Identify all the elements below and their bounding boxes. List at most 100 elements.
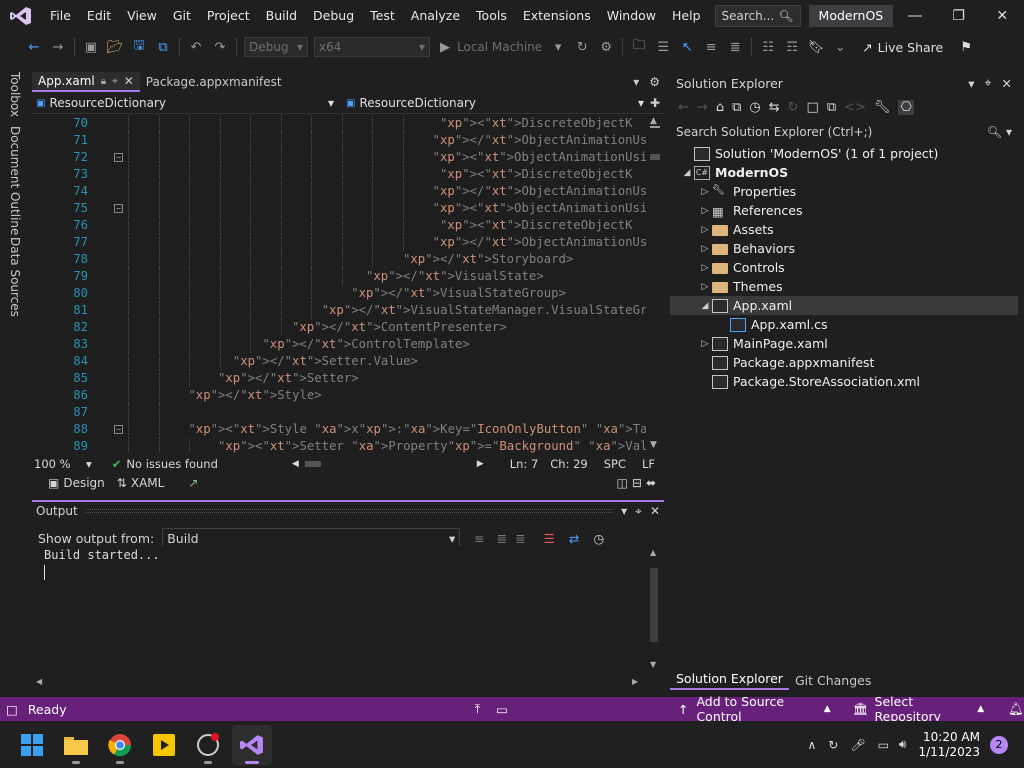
code-line[interactable]: 88 − "xp"><"xt">Style "xa">x"xp">:"xa">Key… xyxy=(32,421,646,438)
code-line[interactable]: 77 "xp"></"xt">ObjectAnimationUsi xyxy=(32,234,646,251)
pin-icon[interactable]: ⌖ xyxy=(112,76,118,87)
back-icon[interactable]: ← xyxy=(678,100,689,115)
column-indicator[interactable]: Ch: 29 xyxy=(550,457,587,471)
git-status-icon[interactable]: ▭ xyxy=(496,702,508,717)
tray-overflow-icon[interactable]: ∧ xyxy=(807,738,816,752)
issues-status[interactable]: No issues found xyxy=(126,457,217,471)
menu-file[interactable]: File xyxy=(42,0,79,32)
prev-message-icon[interactable]: ≣ xyxy=(497,531,507,546)
windows-start-icon[interactable] xyxy=(12,725,52,765)
close-icon[interactable]: ✕ xyxy=(980,0,1024,32)
search-box[interactable]: Search... 🔍︎ xyxy=(714,5,801,27)
tree-item[interactable]: ▷ Assets xyxy=(670,220,1018,239)
code-line[interactable]: 83 "xp"></"xt">ControlTemplate> xyxy=(32,336,646,353)
solution-search-box[interactable]: Search Solution Explorer (Ctrl+;) 🔍︎ ▾ xyxy=(670,122,1018,142)
output-vertical-scrollbar[interactable]: ▲ ▼ xyxy=(648,548,660,672)
scroll-down-icon[interactable]: ▼ xyxy=(650,440,657,450)
tab-git-changes[interactable]: Git Changes xyxy=(789,673,877,688)
chevron-up-icon[interactable]: ▲ xyxy=(824,704,831,714)
menu-build[interactable]: Build xyxy=(258,0,305,32)
code-line[interactable]: 89 "xp"><"xt">Setter "xa">Property"xp">="… xyxy=(32,438,646,454)
zoom-level[interactable]: 100 % xyxy=(34,457,86,471)
code-line[interactable]: 80 "xp"></"xt">VisualStateGroup> xyxy=(32,285,646,302)
uncomment-icon[interactable]: ☶ xyxy=(783,38,801,56)
expand-arrow-icon[interactable]: ▷ xyxy=(698,187,712,197)
horizontal-scroll-thumb[interactable] xyxy=(304,460,321,467)
line-ending-indicator[interactable]: LF xyxy=(642,457,655,471)
tree-item[interactable]: ▷ Controls xyxy=(670,258,1018,277)
expand-arrow-icon[interactable]: ▷ xyxy=(698,263,712,273)
tab-settings-gear-icon[interactable]: ⚙ xyxy=(649,75,660,89)
menu-edit[interactable]: Edit xyxy=(79,0,119,32)
chrome-icon[interactable] xyxy=(100,725,140,765)
sync-icon[interactable]: ⇆ xyxy=(769,100,780,115)
code-line[interactable]: 74 "xp"></"xt">ObjectAnimationUsi xyxy=(32,183,646,200)
scroll-left-icon[interactable]: ◀ xyxy=(292,459,299,469)
clock-icon[interactable]: ◷ xyxy=(593,531,604,546)
collapse-pane-icon[interactable]: ⬌ xyxy=(646,476,656,490)
open-folder-icon[interactable]: 📂︎ xyxy=(106,38,124,56)
nav-right-select[interactable]: ▣ ResourceDictionary ▾ xyxy=(342,93,648,113)
expand-arrow-icon[interactable]: ▷ xyxy=(698,244,712,254)
design-tab[interactable]: Design xyxy=(63,476,104,490)
new-project-icon[interactable]: ▣ xyxy=(82,38,100,56)
menu-analyze[interactable]: Analyze xyxy=(403,0,468,32)
menu-project[interactable]: Project xyxy=(199,0,258,32)
word-wrap-icon[interactable]: ⇄ xyxy=(569,531,579,546)
tree-item[interactable]: App.xaml.cs xyxy=(670,315,1018,334)
collapse-toggle-icon[interactable]: − xyxy=(114,153,123,162)
code-line[interactable]: 73 "xp"><"xt">DiscreteObjectK xyxy=(32,166,646,183)
menu-window[interactable]: Window xyxy=(599,0,664,32)
collapse-toggle-icon[interactable]: − xyxy=(114,204,123,213)
pointer-icon[interactable]: ↖ xyxy=(678,38,696,56)
code-line[interactable]: 76 "xp"><"xt">DiscreteObjectK xyxy=(32,217,646,234)
output-horizontal-scrollbar[interactable]: ◀ ▶ xyxy=(36,676,642,688)
media-player-icon[interactable] xyxy=(144,725,184,765)
tree-item[interactable]: Package.StoreAssociation.xml xyxy=(670,372,1018,391)
code-editor[interactable]: 70 "xp"><"xt">DiscreteObjectK 71 "xp"></"xt… xyxy=(32,114,646,454)
clear-all-icon[interactable]: ☰ xyxy=(544,531,555,546)
live-share-button[interactable]: ↗ Live Share xyxy=(862,40,943,55)
tab-package-manifest[interactable]: Package.appxmanifest xyxy=(140,72,288,92)
notification-badge[interactable]: 2 xyxy=(990,735,1008,754)
run-dropdown-icon[interactable]: ▾ xyxy=(549,38,567,56)
menu-git[interactable]: Git xyxy=(165,0,199,32)
swap-icon[interactable]: ⇅ xyxy=(117,476,127,490)
expand-arrow-icon[interactable]: ▷ xyxy=(698,339,712,349)
close-tab-icon[interactable]: ✕ xyxy=(124,74,134,88)
expand-arrow-icon[interactable]: ▷ xyxy=(698,282,712,292)
chevron-up-icon[interactable]: ▲ xyxy=(977,704,984,714)
tree-item[interactable]: Solution 'ModernOS' (1 of 1 project) xyxy=(670,144,1018,163)
save-all-icon[interactable]: ⧉ xyxy=(154,38,172,56)
github-desktop-icon[interactable] xyxy=(188,725,228,765)
back-icon[interactable]: ← xyxy=(25,38,43,56)
code-line[interactable]: 87 xyxy=(32,404,646,421)
whitespace-indicator[interactable]: SPC xyxy=(604,457,626,471)
tab-app-xaml[interactable]: App.xaml 🔒︎ ⌖ ✕ xyxy=(32,72,140,92)
tree-item[interactable]: ▷ ▦ References xyxy=(670,201,1018,220)
line-indicator[interactable]: Ln: 7 xyxy=(510,457,539,471)
properties-wrench-icon[interactable]: 🔧︎ xyxy=(874,100,891,115)
platform-select[interactable]: x64 ▾ xyxy=(314,37,430,57)
collapse-toggle-icon[interactable]: − xyxy=(114,425,123,434)
comment-icon[interactable]: ☷ xyxy=(759,38,777,56)
show-all-files-icon[interactable]: ⧉ xyxy=(827,100,836,115)
volume-icon[interactable]: 🔊︎ xyxy=(899,737,907,752)
undo-icon[interactable]: ↶ xyxy=(187,38,205,56)
expand-arrow-icon[interactable]: ▷ xyxy=(698,225,712,235)
vertical-split-icon[interactable]: ◫ xyxy=(617,476,628,490)
expanded-arrow-icon[interactable]: ◢ xyxy=(680,168,694,178)
forward-icon[interactable]: → xyxy=(697,100,708,115)
close-icon[interactable]: ✕ xyxy=(1002,76,1012,91)
collapse-all-icon[interactable]: □ xyxy=(807,100,819,115)
layout-icon[interactable]: ☰ xyxy=(654,38,672,56)
notifications-bell-icon[interactable]: 🔔︎ xyxy=(1008,701,1024,717)
menu-help[interactable]: Help xyxy=(664,0,709,32)
select-repository[interactable]: Select Repository xyxy=(875,694,972,724)
code-line[interactable]: 85 "xp"></"xt">Setter> xyxy=(32,370,646,387)
format-icon[interactable]: ≡ xyxy=(702,38,720,56)
save-icon[interactable]: 🖫︎ xyxy=(130,38,148,56)
code-line[interactable]: 78 "xp"></"xt">Storyboard> xyxy=(32,251,646,268)
preview-selected-icon[interactable]: ⎔ xyxy=(898,99,914,115)
visual-studio-icon[interactable] xyxy=(232,724,272,765)
